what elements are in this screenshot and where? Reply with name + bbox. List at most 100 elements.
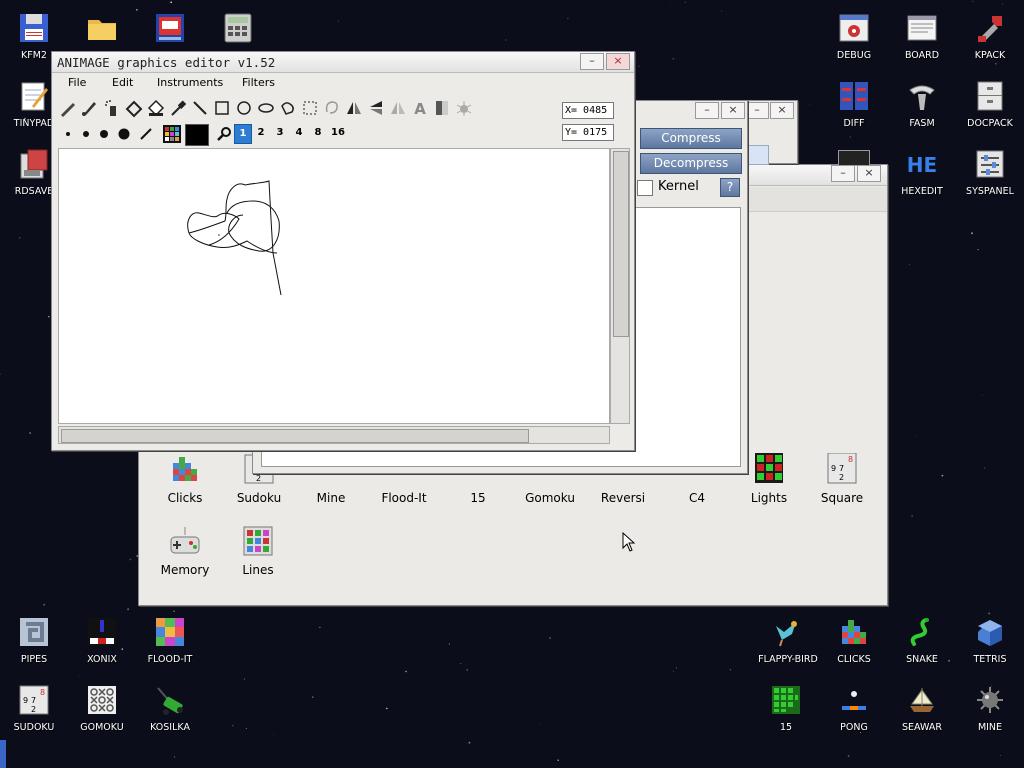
spray-tool[interactable] [102,98,122,118]
drawing-canvas[interactable] [58,148,610,424]
star [319,626,321,629]
desktop-icon-syspanel[interactable]: SYSPANEL [956,140,1024,200]
star [557,759,559,762]
fill-bucket-icon [147,99,165,117]
taskbar-edge[interactable] [0,740,6,768]
palette-button[interactable] [162,124,182,144]
star [0,373,1,375]
effects-tool[interactable] [454,98,474,118]
rectangle-tool[interactable] [212,98,232,118]
mouse-cursor-icon [622,532,636,552]
star [468,741,471,744]
desktop-icon-fasm[interactable]: FASM [888,72,956,132]
decompress-button[interactable]: Decompress [640,153,742,174]
close-button[interactable]: × [606,53,630,70]
bg-minimize-button[interactable]: – [745,102,769,119]
games-close-button[interactable]: × [857,165,881,182]
desktop-icon-gomoku[interactable]: GOMOKU [68,676,136,736]
desktop-icon-clicks[interactable]: CLICKS [820,608,888,668]
kpack-minimize-button[interactable]: – [695,102,719,119]
eraser-tool[interactable] [124,98,144,118]
star [971,232,973,235]
dot-size-3[interactable] [94,124,114,144]
line-tool[interactable] [190,98,210,118]
desktop-icon-hexedit[interactable]: HE HEXEDIT [888,140,956,200]
star [911,515,913,517]
menu-edit[interactable]: Edit [112,76,133,89]
kernel-label: Kernel [658,179,699,194]
desktop-icon-kpack[interactable]: KPACK [956,4,1024,64]
select-tool[interactable] [300,98,320,118]
desktop-icon-board[interactable]: BOARD [888,4,956,64]
dot-size-1[interactable] [58,124,78,144]
line-width-tool[interactable] [136,124,156,144]
brush-tool[interactable] [80,98,100,118]
game-square[interactable]: 8 972 Square [806,453,878,519]
compress-button[interactable]: Compress [640,128,742,149]
zoom-tool[interactable] [214,124,234,144]
text-tool[interactable]: A [410,98,430,118]
desktop-icon-flood-it[interactable]: FLOOD-IT [136,608,204,668]
brush-size-8[interactable]: 8 [310,124,326,142]
desktop-icon-seawar[interactable]: SEAWAR [888,676,956,736]
desktop-icon-xonix[interactable]: XONIX [68,608,136,668]
game-label: Sudoku [236,491,282,505]
desktop-icon-15[interactable]: 15 [752,676,820,736]
kernel-checkbox[interactable] [637,180,653,196]
polygon-tool[interactable] [278,98,298,118]
menu-file[interactable]: File [68,76,86,89]
horizontal-scrollbar[interactable] [58,426,610,444]
desktop-icon-docpack[interactable]: DOCPACK [956,72,1024,132]
horizontal-scroll-thumb[interactable] [61,429,529,443]
game-lines[interactable]: Lines [222,525,294,591]
flip-vertical-tool[interactable] [366,98,386,118]
star [272,734,274,735]
ellipse-tool[interactable] [256,98,276,118]
rotate-tool[interactable] [388,98,408,118]
desktop-icon-sudoku[interactable]: 8972 SUDOKU [0,676,68,736]
desktop-icon-pong[interactable]: PONG [820,676,888,736]
syspanel-icon [976,150,1004,178]
kpack-close-button[interactable]: × [721,102,745,119]
desktop-icon-mine[interactable]: MINE [956,676,1024,736]
gradient-tool[interactable] [432,98,452,118]
dot-xlarge-icon [118,128,130,140]
pipette-tool[interactable] [168,98,188,118]
star [721,10,722,12]
star [18,237,21,239]
svg-text:2: 2 [839,473,844,482]
menu-instruments[interactable]: Instruments [157,76,223,89]
game-memory[interactable]: Memory [149,525,221,591]
desktop-icon-debug[interactable]: DEBUG [820,4,888,64]
animage-titlebar[interactable]: ANIMAGE graphics editor v1.52 [52,52,634,73]
circle-tool[interactable] [234,98,254,118]
game-clicks[interactable]: Clicks [149,453,221,519]
current-color-swatch[interactable] [185,124,209,146]
vertical-scroll-thumb[interactable] [613,151,629,337]
menu-filters[interactable]: Filters [242,76,275,89]
kernel-help-button[interactable]: ? [720,178,740,197]
desktop-icon-tetris[interactable]: TETRIS [956,608,1024,668]
pencil-tool[interactable] [58,98,78,118]
bg-close-button[interactable]: × [770,102,794,119]
games-minimize-button[interactable]: – [831,165,855,182]
lasso-tool[interactable] [322,98,342,118]
brush-size-4[interactable]: 4 [291,124,307,142]
brush-size-2[interactable]: 2 [253,124,269,142]
flip-horizontal-tool[interactable] [344,98,364,118]
desktop-icon-diff[interactable]: DIFF [820,72,888,132]
fill-tool[interactable] [146,98,166,118]
dot-size-2[interactable] [76,124,96,144]
vertical-scrollbar[interactable] [610,148,630,424]
animage-window[interactable]: ANIMAGE graphics editor v1.52 – × File E… [51,51,635,451]
brush-size-3[interactable]: 3 [272,124,288,142]
desktop-icon-kosilka[interactable]: KOSILKA [136,676,204,736]
desktop-icon-snake[interactable]: SNAKE [888,608,956,668]
brush-size-1[interactable]: 1 [234,124,252,144]
selection-icon [303,101,317,115]
terminal-icon[interactable] [838,150,870,166]
minimize-button[interactable]: – [580,53,604,70]
desktop-icon-pipes[interactable]: PIPES [0,608,68,668]
brush-size-16[interactable]: 16 [329,124,347,142]
dot-size-4[interactable] [114,124,134,144]
